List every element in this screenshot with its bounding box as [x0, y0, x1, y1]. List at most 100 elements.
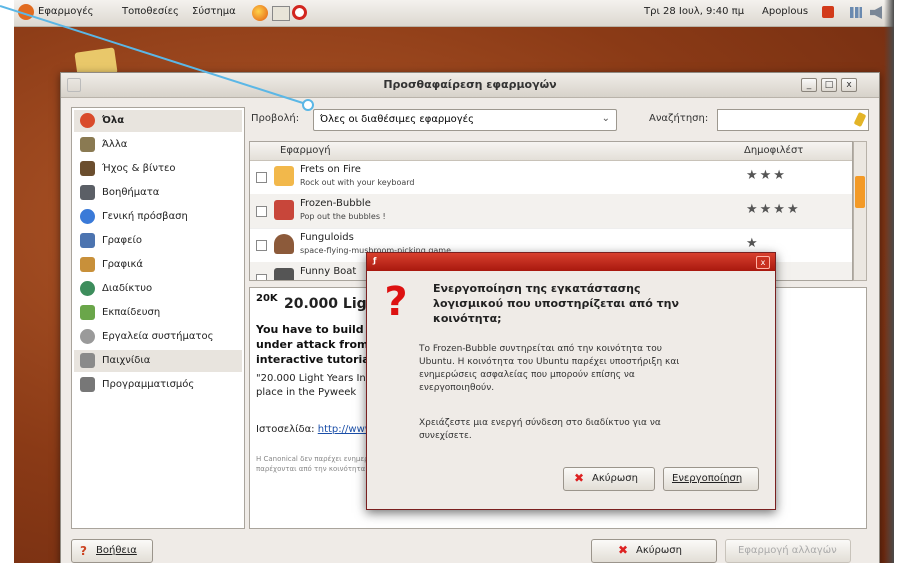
sidebar-item-graphics[interactable]: Γραφικά: [74, 254, 242, 276]
education-icon: [80, 305, 95, 320]
sidebar-item-label: Εκπαίδευση: [102, 307, 161, 318]
install-checkbox[interactable]: [256, 172, 267, 183]
show-filter-dropdown[interactable]: Όλες οι διαθέσιμες εφαρμογές ⌄: [313, 109, 617, 131]
app-description: Pop out the bubbles !: [300, 212, 386, 221]
list-header: Εφαρμογή Δημοφιλέστ: [250, 142, 852, 161]
show-filter-value: Όλες οι διαθέσιμες εφαρμογές: [320, 114, 474, 125]
dialog-close-button[interactable]: x: [756, 256, 770, 269]
network-icon[interactable]: [850, 7, 862, 18]
sound-video-icon: [80, 161, 95, 176]
app-name: Frets on Fire: [300, 164, 361, 175]
question-icon: ?: [384, 279, 408, 325]
close-button[interactable]: x: [841, 78, 857, 92]
sidebar-item-label: Γραφείο: [102, 235, 143, 246]
ubuntu-logo-icon[interactable]: [18, 4, 34, 20]
dialog-heading: Ενεργοποίηση της εγκατάστασης λογισμικού…: [433, 282, 679, 325]
maximize-button[interactable]: □: [821, 78, 837, 92]
all-category-icon: [80, 113, 95, 128]
dialog-cancel-label: Ακύρωση: [592, 473, 638, 484]
enable-community-dialog: ƒ x ? Ενεργοποίηση της εγκατάστασης λογι…: [366, 252, 776, 510]
cancel-x-icon: ✖: [618, 543, 629, 557]
mail-icon[interactable]: [272, 6, 290, 21]
app-name: Funguloids: [300, 232, 354, 243]
list-item[interactable]: Frets on Fire Rock out with your keyboar…: [250, 160, 852, 195]
funny-boat-icon: [274, 268, 294, 280]
power-icon[interactable]: [822, 6, 834, 18]
help-lifebuoy-icon[interactable]: [292, 5, 307, 20]
sidebar-item-other[interactable]: Άλλα: [74, 134, 242, 156]
app-description: Rock out with your keyboard: [300, 178, 415, 187]
sidebar-item-label: Ήχος & βίντεο: [102, 163, 176, 174]
dialog-app-icon: ƒ: [373, 256, 377, 265]
help-button[interactable]: ? Βοήθεια: [71, 539, 153, 563]
menu-applications[interactable]: Εφαρμογές: [38, 6, 94, 17]
firefox-icon[interactable]: [252, 5, 268, 21]
app-logo: 20K: [256, 293, 278, 304]
sidebar-item-internet[interactable]: Διαδίκτυο: [74, 278, 242, 300]
graphics-icon: [80, 257, 95, 272]
programming-icon: [80, 377, 95, 392]
help-button-label: Βοήθεια: [96, 545, 137, 556]
list-scrollbar[interactable]: [853, 141, 867, 281]
internet-globe-icon: [80, 281, 95, 296]
column-header-popularity[interactable]: Δημοφιλέστ: [744, 145, 803, 156]
cancel-button-label: Ακύρωση: [636, 545, 682, 556]
category-list: Όλα Άλλα Ήχος & βίντεο Βοηθήματα Γενική …: [71, 107, 245, 529]
funguloids-mushroom-icon: [274, 234, 294, 254]
sidebar-item-label: Όλα: [102, 115, 125, 126]
search-input[interactable]: [717, 109, 869, 131]
dialog-titlebar[interactable]: ƒ x: [367, 253, 775, 271]
sidebar-item-label: Γενική πρόσβαση: [102, 211, 188, 222]
volume-icon[interactable]: [870, 6, 882, 19]
menu-places[interactable]: Τοποθεσίες: [122, 6, 179, 17]
apply-changes-button[interactable]: Εφαρμογή αλλαγών: [725, 539, 851, 563]
sidebar-item-sound-video[interactable]: Ήχος & βίντεο: [74, 158, 242, 180]
universal-access-icon: [80, 209, 95, 224]
sidebar-item-all[interactable]: Όλα: [74, 110, 242, 132]
dialog-activate-button[interactable]: Ενεργοποίηση: [663, 467, 759, 491]
sidebar-item-accessories[interactable]: Βοηθήματα: [74, 182, 242, 204]
popularity-stars: ★★★: [746, 168, 787, 183]
app-name: Funny Boat: [300, 266, 357, 277]
install-checkbox[interactable]: [256, 274, 267, 280]
column-header-application[interactable]: Εφαρμογή: [280, 145, 331, 156]
minimize-button[interactable]: _: [801, 78, 817, 92]
accessories-icon: [80, 185, 95, 200]
sidebar-item-office[interactable]: Γραφείο: [74, 230, 242, 252]
sidebar-item-label: Προγραμματισμός: [102, 379, 195, 390]
install-checkbox[interactable]: [256, 206, 267, 217]
frets-on-fire-icon: [274, 166, 294, 186]
menu-system[interactable]: Σύστημα: [192, 6, 236, 17]
scrollbar-thumb[interactable]: [855, 176, 865, 208]
popularity-stars: ★★★★: [746, 202, 801, 217]
games-icon: [80, 353, 95, 368]
list-item[interactable]: Frozen-Bubble Pop out the bubbles ! ★★★★: [250, 194, 852, 229]
dialog-body-text: Το Frozen-Bubble συντηρείται από την κοι…: [419, 344, 680, 393]
cancel-x-icon: ✖: [574, 471, 585, 485]
user-menu[interactable]: Apoplous: [762, 6, 808, 17]
show-filter-label: Προβολή:: [251, 113, 300, 124]
system-tools-icon: [80, 329, 95, 344]
dialog-activate-label: Ενεργοποίηση: [672, 473, 743, 484]
clear-search-brush-icon[interactable]: [853, 111, 867, 128]
window-title: Προσθαφαίρεση εφαρμογών: [383, 78, 557, 91]
sidebar-item-education[interactable]: Εκπαίδευση: [74, 302, 242, 324]
sidebar-item-system-tools[interactable]: Εργαλεία συστήματος: [74, 326, 242, 348]
search-label: Αναζήτηση:: [649, 113, 709, 124]
top-panel: Εφαρμογές Τοποθεσίες Σύστημα Τρι 28 Ιουλ…: [14, 0, 894, 27]
sidebar-item-label: Γραφικά: [102, 259, 143, 270]
sidebar-item-label: Βοηθήματα: [102, 187, 160, 198]
cancel-button[interactable]: ✖ Ακύρωση: [591, 539, 717, 563]
clock[interactable]: Τρι 28 Ιουλ, 9:40 πμ: [644, 6, 744, 17]
chevron-down-icon: ⌄: [601, 113, 610, 124]
sidebar-item-games[interactable]: Παιχνίδια: [74, 350, 242, 372]
office-icon: [80, 233, 95, 248]
dialog-cancel-button[interactable]: ✖ Ακύρωση: [563, 467, 655, 491]
install-checkbox[interactable]: [256, 240, 267, 251]
window-titlebar[interactable]: Προσθαφαίρεση εφαρμογών _ □ x: [61, 73, 879, 98]
sidebar-item-label: Παιχνίδια: [102, 355, 151, 366]
sidebar-item-universal-access[interactable]: Γενική πρόσβαση: [74, 206, 242, 228]
app-name: Frozen-Bubble: [300, 198, 371, 209]
sidebar-item-programming[interactable]: Προγραμματισμός: [74, 374, 242, 396]
apply-button-label: Εφαρμογή αλλαγών: [738, 545, 837, 556]
